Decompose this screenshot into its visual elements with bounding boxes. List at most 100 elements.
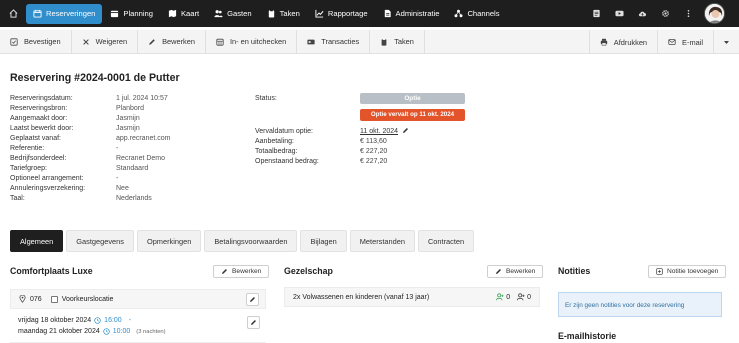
departure-time: 10:00 (112, 328, 131, 335)
print-button[interactable]: Afdrukken (588, 30, 657, 54)
notes-title: Notities (558, 266, 591, 276)
transactions-label: Transacties (321, 37, 360, 46)
date-separator: - (128, 317, 132, 324)
edit-button[interactable]: Bewerken (138, 29, 206, 54)
dates-edit-button[interactable] (247, 316, 260, 329)
document-shortcut-button[interactable] (585, 0, 608, 27)
reject-button[interactable]: Weigeren (72, 29, 139, 54)
detail-label: Bedrijfsonderdeel: (10, 155, 67, 162)
detail-value: app.recranet.com (116, 135, 171, 142)
accommodation-edit-button[interactable]: Bewerken (213, 265, 270, 278)
check-square-icon (10, 37, 18, 46)
detail-value: Jasmijn (116, 125, 140, 132)
nav-kaart[interactable]: Kaart (161, 4, 206, 24)
video-icon (615, 10, 624, 17)
print-label: Afdrukken (613, 37, 648, 47)
expire-notice-badge: Optie vervalt op 11 okt. 2024 (360, 109, 465, 121)
adults-count: 0 (496, 293, 510, 301)
envelope-icon (668, 39, 676, 45)
checkin-checkout-button[interactable]: In- en uitchecken (206, 29, 298, 54)
nav-taken[interactable]: Taken (260, 4, 307, 24)
reject-label: Weigeren (95, 37, 128, 46)
expire-date[interactable]: 11 okt. 2024 (360, 127, 409, 137)
place-row: 076 Voorkeurslocatie (19, 295, 113, 303)
detail-value: Recranet Demo (116, 155, 166, 162)
place-edit-button[interactable] (246, 293, 259, 306)
avatar[interactable] (704, 3, 725, 24)
chart-icon (315, 9, 324, 18)
detail-label: Reserveringsbron: (10, 105, 68, 112)
planning-icon (111, 10, 119, 18)
edit-label: Bewerken (162, 37, 195, 46)
tab-algemeen[interactable]: Algemeen (10, 230, 64, 252)
nav-gasten[interactable]: Gasten (207, 4, 258, 24)
payments-list: Aanbetaling: € 113,60 Totaalbedrag: € 227,2… (255, 137, 409, 167)
video-button[interactable] (608, 0, 631, 27)
company-title: Gezelschap (284, 266, 333, 276)
more-menu-button[interactable] (677, 0, 700, 27)
home-icon (9, 9, 17, 18)
cloud-download-button[interactable] (631, 0, 654, 27)
place-card: 076 Voorkeurslocatie (10, 289, 266, 309)
nav-administratie[interactable]: Administratie (376, 4, 447, 24)
tab-gastgegevens[interactable]: Gastgegevens (66, 230, 134, 252)
preference-label: Voorkeurslocatie (61, 295, 114, 303)
more-actions-dropdown[interactable] (713, 30, 739, 54)
tab-opmerkingen[interactable]: Opmerkingen (136, 230, 202, 252)
checkin-checkout-label: In- en uitchecken (229, 37, 287, 46)
tab-meterstanden[interactable]: Meterstanden (349, 230, 415, 252)
kebab-icon (687, 9, 690, 18)
transactions-icon (307, 39, 315, 44)
tab-bijlagen[interactable]: Bijlagen (300, 230, 347, 252)
calendar-icon (33, 9, 42, 18)
nav-label: Kaart (180, 9, 200, 18)
pencil-icon (250, 297, 255, 302)
pencil-icon (251, 320, 256, 325)
pencil-icon[interactable] (402, 127, 409, 134)
settings-button[interactable] (654, 0, 677, 27)
home-button[interactable] (0, 0, 26, 27)
user-avatar-icon (705, 4, 724, 23)
email-button[interactable]: E-mail (657, 30, 713, 54)
company-edit-button[interactable]: Bewerken (487, 265, 544, 278)
user-plus-icon (517, 293, 525, 301)
payment-row: Openstaand bedrag: € 227,20 (255, 157, 409, 167)
stay-dates: vrijdag 18 oktober 2024 16:00 - maandag … (10, 313, 266, 343)
email-label: E-mail (682, 37, 703, 47)
top-navigation: Reserveringen Planning Kaart Gasten Take… (0, 0, 739, 27)
tasks-button[interactable]: Taken (370, 29, 425, 54)
children-count: 0 (517, 293, 531, 301)
detail-value: 1 jul. 2024 10:57 (116, 95, 168, 102)
nav-channels[interactable]: Channels (447, 4, 506, 24)
detail-row: Laatst bewerkt door: Jasmijn (10, 124, 170, 134)
confirm-label: Bevestigen (24, 37, 61, 46)
count-b: 0 (527, 293, 531, 301)
detail-row: Geplaatst vanaf: app.recranet.com (10, 134, 170, 144)
nav-planning[interactable]: Planning (103, 4, 160, 24)
detail-label: Tariefgroep: (10, 165, 47, 172)
transactions-button[interactable]: Transacties (297, 29, 371, 54)
nav-reserveringen[interactable]: Reserveringen (26, 3, 103, 24)
detail-label: Optioneel arrangement: (10, 175, 84, 182)
channels-icon (454, 9, 463, 18)
tab-betalingsvoorwaarden[interactable]: Betalingsvoorwaarden (204, 230, 298, 252)
count-a: 0 (506, 293, 511, 301)
confirm-button[interactable]: Bevestigen (0, 29, 72, 54)
tab-contracten[interactable]: Contracten (417, 230, 475, 252)
place-number: 076 (30, 295, 42, 303)
detail-label: Taal: (10, 195, 25, 202)
nav-label: Taken (279, 9, 300, 18)
preference-checkbox[interactable] (50, 295, 58, 303)
nav-rapportage[interactable]: Rapportage (308, 4, 375, 24)
expire-date-link[interactable]: 11 okt. 2024 (360, 128, 398, 135)
add-note-button[interactable]: Notitie toevoegen (648, 265, 727, 278)
detail-label: Annuleringsverzekering: (10, 185, 86, 192)
reservation-status-payments: Status: Vervaldatum optie: 11 okt. 2024 … (255, 94, 409, 167)
nights-count: (3 nachten) (136, 328, 166, 335)
detail-value: Jasmijn (116, 115, 140, 122)
reservation-details: Reserveringsdatum: 1 jul. 2024 10:57 Reser… (10, 94, 170, 204)
payment-value: € 227,20 (360, 148, 388, 155)
detail-row: Tariefgroep: Standaard (10, 164, 170, 174)
detail-value: Nee (116, 185, 129, 192)
detail-value: - (116, 175, 119, 182)
